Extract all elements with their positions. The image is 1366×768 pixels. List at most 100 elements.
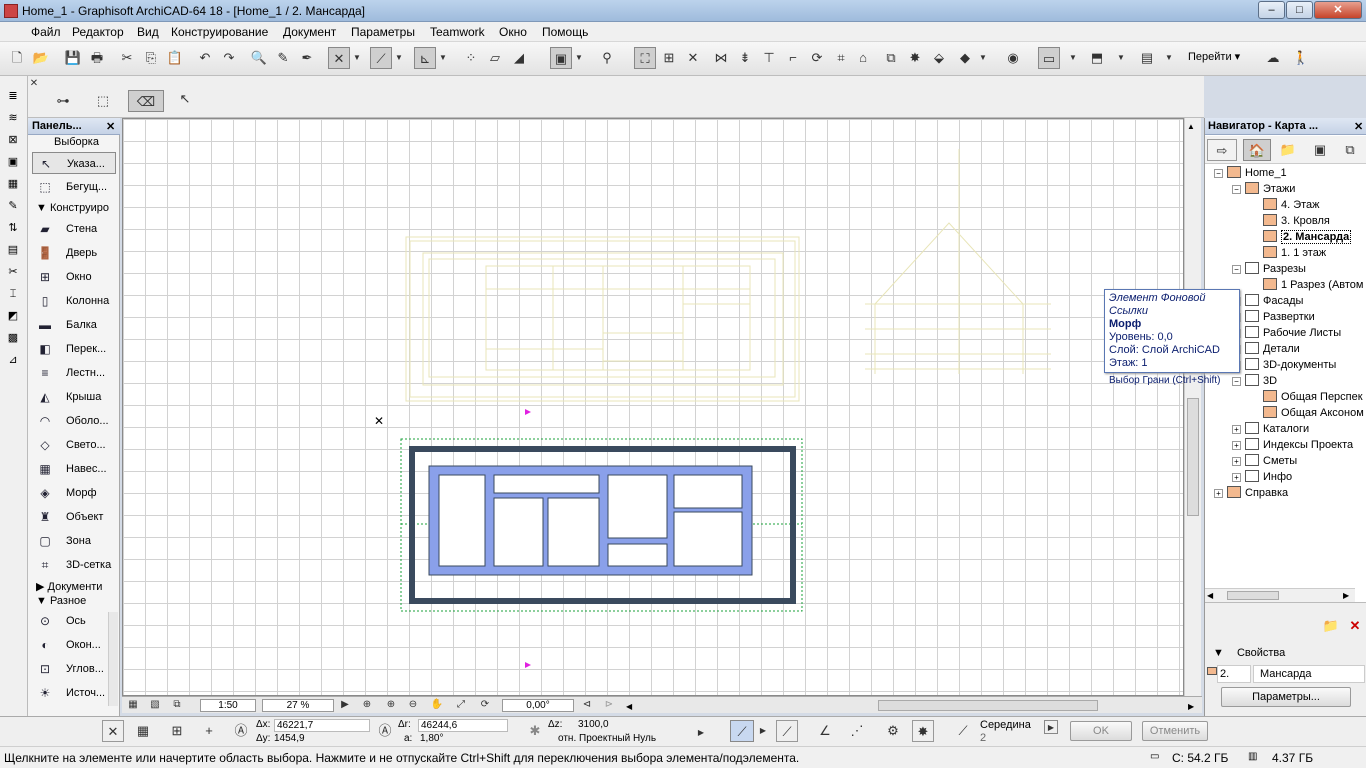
info-box-icon[interactable]: ≣ [4, 88, 22, 104]
expand-toggle-icon[interactable]: + [1232, 473, 1241, 482]
scale-field[interactable]: 1:50 [200, 699, 256, 712]
publisher-icon[interactable]: ⇨ [1207, 139, 1237, 161]
expand-toggle-icon[interactable]: + [1232, 457, 1241, 466]
layer-icon[interactable]: ▱ [484, 47, 506, 69]
chevron-down-icon[interactable]: ▼ [438, 47, 448, 69]
absolute-coord-icon[interactable]: Ⓐ [230, 720, 252, 742]
goto-dropdown[interactable]: Перейти ▾ [1184, 47, 1256, 69]
tool-wall-end[interactable]: ◐ Окон... [32, 634, 116, 656]
chevron-down-icon[interactable]: ▼ [978, 47, 988, 69]
dimension-icon[interactable]: ⊞ [658, 47, 680, 69]
tree-scroll-thumb[interactable] [1227, 591, 1279, 600]
menu-options[interactable]: Параметры [351, 25, 415, 39]
layout-icon[interactable]: ▦ [124, 697, 142, 713]
tree-item[interactable]: Рабочие Листы [1245, 326, 1341, 339]
angle-field[interactable]: 1,80° [420, 733, 443, 744]
cross-icon[interactable]: ✕ [682, 47, 704, 69]
tool-zone[interactable]: ▢ Зона [32, 530, 116, 552]
tree-item[interactable]: Инфо [1245, 470, 1292, 483]
tool-column[interactable]: ▯ Колонна [32, 290, 116, 312]
expand-toggle-icon[interactable]: + [1232, 441, 1241, 450]
expand-toggle-icon[interactable]: − [1232, 185, 1241, 194]
wall-trace-icon[interactable]: ⊶ [52, 90, 74, 112]
menu-design[interactable]: Конструирование [171, 25, 268, 39]
tool-object[interactable]: ♜ Объект [32, 506, 116, 528]
tree-item[interactable]: Детали [1245, 342, 1300, 355]
tree-item[interactable]: Общая Аксоном [1263, 406, 1364, 419]
scroll-right-icon[interactable]: ▶ [1343, 591, 1349, 600]
split-icon[interactable]: ⋈ [710, 47, 732, 69]
tool-morph[interactable]: ◈ Морф [32, 482, 116, 504]
grid-snap-icon[interactable]: ▦ [132, 720, 154, 742]
tool-mesh[interactable]: ⌗ 3D-сетка [32, 554, 116, 576]
section-document[interactable]: ▶ Документи [36, 580, 102, 593]
layout-book-icon[interactable]: ▣ [1309, 139, 1331, 161]
dr-field[interactable]: 46244,6 [418, 719, 508, 732]
absolute-polar-icon[interactable]: Ⓐ [374, 720, 396, 742]
parameters-button[interactable]: Параметры... [1221, 687, 1351, 707]
plane-icon[interactable]: ◢ [508, 47, 530, 69]
toolbox-scrollbar[interactable] [108, 612, 118, 706]
marquee-select-icon[interactable]: ⬚ [92, 90, 114, 112]
view-map-icon[interactable]: 📁 [1277, 139, 1299, 161]
intersect-icon[interactable]: ⊤ [758, 47, 780, 69]
roof-trim-icon[interactable]: ⌂ [852, 47, 874, 69]
section-misc[interactable]: ▼ Разное [36, 595, 86, 607]
tool-stair[interactable]: ≡ Лестн... [32, 362, 116, 384]
chevron-down-icon[interactable]: ▼ [1164, 47, 1174, 69]
tangent-icon[interactable]: ⋰ [846, 720, 868, 742]
cancel-button[interactable]: Отменить [1142, 721, 1208, 741]
layout-icon[interactable]: ▤ [1136, 47, 1158, 69]
tool-skylight[interactable]: ◇ Свето... [32, 434, 116, 456]
delete-icon[interactable]: ✕ [1345, 615, 1365, 635]
tool-shell[interactable]: ◠ Оболо... [32, 410, 116, 432]
tree-item[interactable]: Каталоги [1245, 422, 1309, 435]
tool-window[interactable]: ⊞ Окно [32, 266, 116, 288]
canvas-vertical-scrollbar[interactable]: ▲ [1184, 118, 1201, 696]
dx-field[interactable]: 46221,7 [274, 719, 370, 732]
menu-teamwork[interactable]: Teamwork [430, 25, 485, 39]
story-name-field[interactable]: Мансарда [1253, 665, 1365, 683]
tool-grid-axis[interactable]: ⊙ Ось [32, 610, 116, 632]
scroll-thumb[interactable] [1187, 398, 1199, 516]
offset-icon[interactable]: ⟳ [806, 47, 828, 69]
tree-item[interactable]: 3D-документы [1245, 358, 1336, 371]
tool-icon[interactable]: ✂ [4, 264, 22, 280]
menu-file[interactable]: Файл [31, 25, 61, 39]
chevron-down-icon[interactable]: ▼ [394, 47, 404, 69]
chevron-down-icon[interactable]: ▼ [574, 47, 584, 69]
chevron-down-icon[interactable]: ▼ [1068, 47, 1078, 69]
tool-marquee[interactable]: ⬚ Бегущ... [32, 176, 116, 198]
tool-beam[interactable]: ▬ Балка [32, 314, 116, 336]
print-icon[interactable]: 🖶 [86, 47, 108, 69]
adjust-icon[interactable]: ⇟ [734, 47, 756, 69]
pan-icon[interactable]: ✋ [428, 697, 446, 713]
tool-roof[interactable]: ◭ Крыша [32, 386, 116, 408]
properties-toggle[interactable]: ▼ Свойства [1213, 647, 1285, 659]
menu-document[interactable]: Документ [283, 25, 336, 39]
close-icon[interactable]: ✕ [1354, 120, 1363, 133]
tool-arrow[interactable]: ↖ Указа... [32, 152, 116, 174]
angle-field[interactable]: 0,00° [502, 699, 574, 712]
undo-icon[interactable]: ↶ [194, 47, 216, 69]
tree-horizontal-scrollbar[interactable]: ◀ ▶ [1205, 588, 1355, 602]
fit-icon[interactable]: ⤢ [452, 697, 470, 713]
perpendicular-icon[interactable]: ∠ [814, 720, 836, 742]
play-icon[interactable]: ▶ [694, 726, 708, 740]
palette-icon[interactable]: ▩ [4, 330, 22, 346]
tree-item[interactable]: 1 Разрез (Автом [1263, 278, 1363, 291]
walk-icon[interactable]: 🚶 [1290, 47, 1312, 69]
story-number-field[interactable]: 2. [1217, 665, 1251, 683]
close-icon[interactable]: ✕ [102, 720, 124, 742]
dy-field[interactable]: 1454,9 [274, 733, 305, 744]
close-icon[interactable]: ✕ [106, 120, 115, 133]
elevator-icon[interactable]: ⇅ [4, 220, 22, 236]
tree-item[interactable]: Общая Перспек [1263, 390, 1363, 403]
scroll-right-icon[interactable]: ▶ [1188, 702, 1194, 711]
section-construct[interactable]: ▼ Конструиро [36, 202, 109, 214]
play-icon[interactable]: ▶ [336, 697, 354, 713]
plan-view-icon[interactable]: ▭ [1038, 47, 1060, 69]
expand-toggle-icon[interactable]: + [1214, 489, 1223, 498]
magic-wand-icon[interactable]: ✸ [912, 720, 934, 742]
play-icon[interactable]: ▶ [758, 720, 768, 742]
